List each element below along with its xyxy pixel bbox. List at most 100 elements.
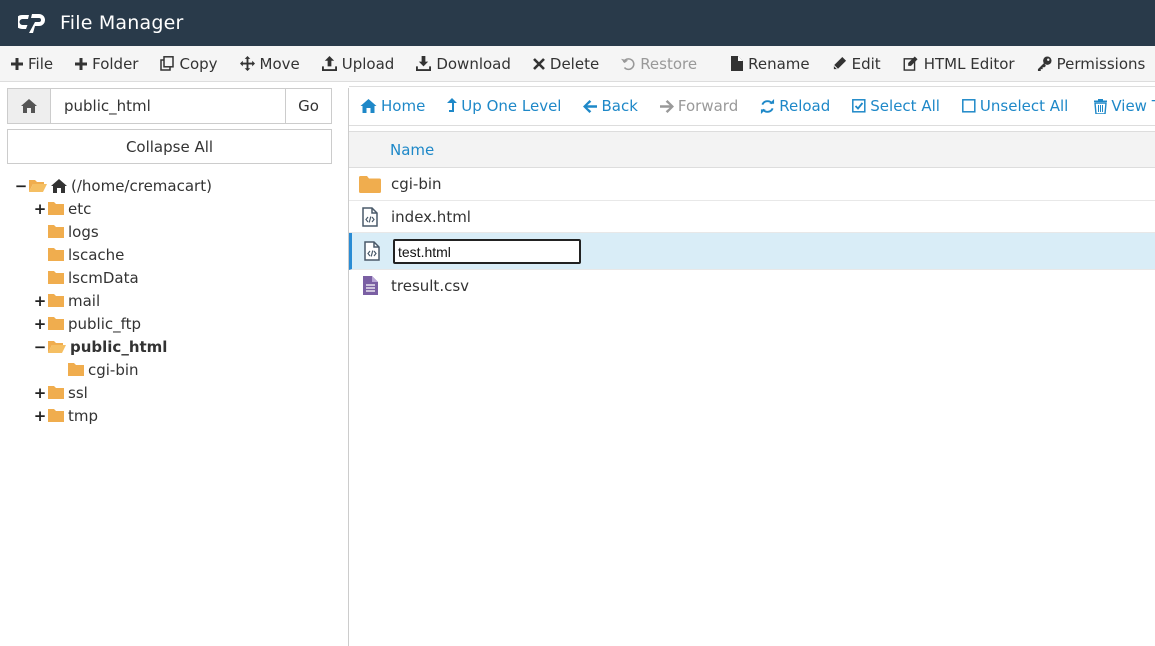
path-input[interactable] xyxy=(51,89,285,123)
tree-item-ssl[interactable]: + ssl xyxy=(34,381,88,404)
folder-icon xyxy=(48,317,64,330)
tree-item-label: lscache xyxy=(68,245,125,264)
tree-item-label: (/home/cremacart) xyxy=(71,176,212,195)
tree-item-label: etc xyxy=(68,199,92,218)
edit-button[interactable]: Edit xyxy=(821,46,892,82)
view-trash-label: View Trash xyxy=(1111,97,1155,115)
tree-item-label: lscmData xyxy=(68,268,139,287)
forward-button[interactable]: Forward xyxy=(649,87,749,125)
folder-icon xyxy=(48,248,64,261)
checkbox-empty-icon xyxy=(961,99,976,113)
home-nav-label: Home xyxy=(381,97,426,115)
rename-button[interactable]: Rename xyxy=(720,46,821,82)
download-label: Download xyxy=(436,54,511,73)
select-all-button[interactable]: Select All xyxy=(841,87,951,125)
home-icon xyxy=(21,99,37,113)
unselect-all-label: Unselect All xyxy=(979,97,1069,115)
collapse-toggle-icon[interactable]: − xyxy=(15,177,28,195)
edit-label: Edit xyxy=(851,54,881,73)
file-icon xyxy=(731,56,744,71)
tree-item-mail[interactable]: + mail xyxy=(34,289,100,312)
rename-input[interactable] xyxy=(393,239,581,264)
tree-item-public-ftp[interactable]: + public_ftp xyxy=(34,312,141,335)
move-arrows-icon xyxy=(239,56,255,71)
path-home-button[interactable] xyxy=(8,89,51,123)
expand-toggle-icon[interactable]: + xyxy=(34,407,47,425)
restore-button[interactable]: Restore xyxy=(610,46,708,82)
upload-label: Upload xyxy=(341,54,395,73)
folder-icon xyxy=(48,225,64,238)
plus-icon xyxy=(75,57,88,70)
tree-item-cgi-bin[interactable]: cgi-bin xyxy=(68,358,139,381)
tree-item-label: ssl xyxy=(68,383,88,402)
tree-item-root[interactable]: − (/home/cremacart) xyxy=(15,174,212,197)
up-one-level-button[interactable]: Up One Level xyxy=(436,87,572,125)
checkbox-checked-icon xyxy=(852,99,866,113)
upload-icon xyxy=(321,56,337,71)
tree-item-public-html[interactable]: − public_html xyxy=(34,335,168,358)
cpanel-logo-icon[interactable] xyxy=(18,11,50,35)
table-row[interactable]: cgi-bin xyxy=(349,168,1155,201)
code-file-icon xyxy=(349,206,391,227)
tree-item-label: cgi-bin xyxy=(88,360,139,379)
copy-button[interactable]: Copy xyxy=(149,46,228,82)
expand-toggle-icon[interactable]: + xyxy=(34,292,47,310)
tree-item-lscmdata[interactable]: lscmData xyxy=(48,266,139,289)
download-icon xyxy=(416,56,432,71)
edit-box-icon xyxy=(903,56,918,71)
table-row[interactable]: tresult.csv xyxy=(349,270,1155,301)
close-icon xyxy=(532,57,545,70)
trash-icon xyxy=(1094,98,1108,114)
permissions-button[interactable]: Permissions xyxy=(1026,46,1155,82)
table-row-selected[interactable] xyxy=(349,233,1155,270)
new-folder-label: Folder xyxy=(92,54,139,73)
restore-label: Restore xyxy=(640,54,698,73)
download-button[interactable]: Download xyxy=(405,46,522,82)
text-file-icon xyxy=(349,276,391,295)
tree-item-etc[interactable]: + etc xyxy=(34,197,92,220)
path-bar: Go xyxy=(7,88,332,124)
tree-item-tmp[interactable]: + tmp xyxy=(34,404,98,427)
collapse-all-button[interactable]: Collapse All xyxy=(7,129,332,164)
new-file-button[interactable]: File xyxy=(0,46,64,82)
rename-label: Rename xyxy=(748,54,810,73)
move-button[interactable]: Move xyxy=(229,46,311,82)
pencil-icon xyxy=(833,56,846,70)
up-one-level-label: Up One Level xyxy=(461,97,562,115)
move-label: Move xyxy=(259,54,300,73)
table-row[interactable]: index.html xyxy=(349,201,1155,233)
back-button[interactable]: Back xyxy=(572,87,648,125)
name-column-header[interactable]: Name xyxy=(390,141,434,159)
new-file-label: File xyxy=(28,54,54,73)
reload-button[interactable]: Reload xyxy=(749,87,841,125)
expand-toggle-icon[interactable]: + xyxy=(34,315,47,333)
home-nav-button[interactable]: Home xyxy=(349,87,436,125)
home-icon xyxy=(360,99,377,113)
folder-icon xyxy=(48,202,64,215)
folder-open-icon xyxy=(29,179,47,192)
tree-item-lscache[interactable]: lscache xyxy=(48,243,124,266)
select-all-label: Select All xyxy=(870,97,940,115)
collapse-toggle-icon[interactable]: − xyxy=(34,338,47,356)
tree-item-logs[interactable]: logs xyxy=(48,220,99,243)
expand-toggle-icon[interactable]: + xyxy=(34,200,47,218)
view-trash-button[interactable]: View Trash xyxy=(1083,87,1155,125)
file-name: index.html xyxy=(391,207,471,226)
copy-label: Copy xyxy=(179,54,218,73)
reload-label: Reload xyxy=(779,97,831,115)
code-file-icon xyxy=(352,241,391,261)
level-up-icon xyxy=(447,98,458,112)
tree-item-label: mail xyxy=(68,291,101,310)
html-editor-button[interactable]: HTML Editor xyxy=(892,46,1026,82)
delete-button[interactable]: Delete xyxy=(522,46,610,82)
refresh-icon xyxy=(761,98,775,114)
upload-button[interactable]: Upload xyxy=(311,46,406,82)
expand-toggle-icon[interactable]: + xyxy=(34,384,47,402)
permissions-label: Permissions xyxy=(1056,54,1146,73)
html-editor-label: HTML Editor xyxy=(923,54,1015,73)
file-navigation-bar: Home Up One Level Back Forward Reload Se… xyxy=(349,86,1155,126)
tree-item-label: logs xyxy=(68,222,99,241)
go-button[interactable]: Go xyxy=(285,89,331,123)
new-folder-button[interactable]: Folder xyxy=(64,46,149,82)
unselect-all-button[interactable]: Unselect All xyxy=(951,87,1079,125)
